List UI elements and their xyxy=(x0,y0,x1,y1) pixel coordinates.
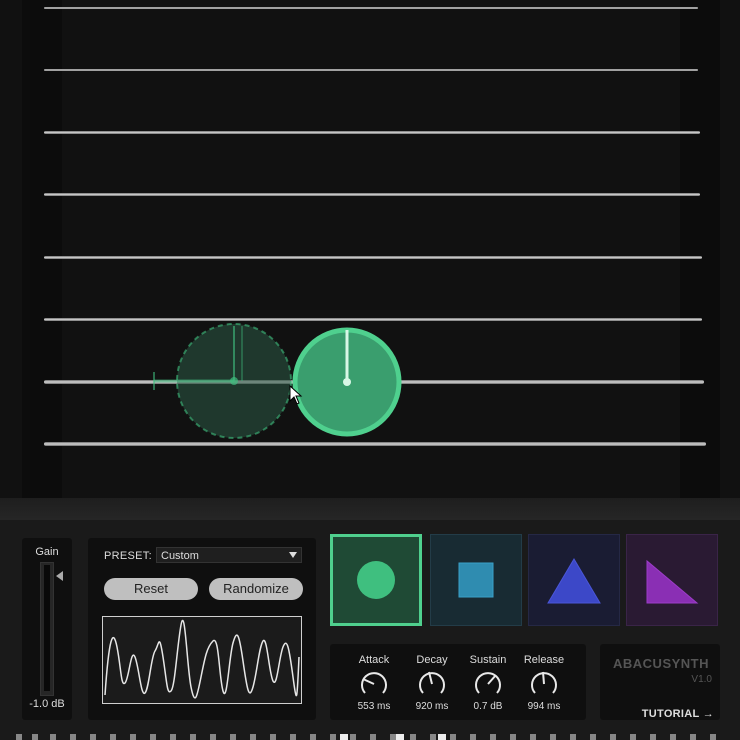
reset-button[interactable]: Reset xyxy=(104,578,198,600)
shape-square-tile[interactable] xyxy=(430,534,522,626)
abacus-wire-6[interactable] xyxy=(44,318,702,321)
abacus-wire-3[interactable] xyxy=(44,131,700,134)
abacus-wire-4[interactable] xyxy=(44,193,700,196)
version-label: V1.0 xyxy=(691,674,712,685)
attack-value: 553 ms xyxy=(357,701,391,712)
gain-slider-handle[interactable] xyxy=(56,571,63,581)
gain-label: Gain xyxy=(35,546,59,558)
shape-triangle-tile[interactable] xyxy=(528,534,620,626)
sustain-label: Sustain xyxy=(469,654,507,666)
attack-label: Attack xyxy=(358,654,390,666)
randomize-button[interactable]: Randomize xyxy=(209,578,303,600)
decay-value: 920 ms xyxy=(415,701,449,712)
sustain-knob[interactable] xyxy=(473,669,503,699)
abacus-floor xyxy=(0,498,740,520)
tutorial-link[interactable]: TUTORIAL → xyxy=(642,708,714,720)
controls-area: Gain -1.0 dB PRESET: Custom Reset Random… xyxy=(0,520,740,740)
preset-dropdown[interactable]: Custom xyxy=(156,547,302,563)
ghost-bead xyxy=(153,323,292,439)
envelope-panel: Attack 553 ms Decay 920 ms Sustain 0.7 d… xyxy=(330,644,586,720)
abacus-wire-2[interactable] xyxy=(44,69,698,71)
shape-right-triangle-tile[interactable] xyxy=(626,534,718,626)
abacus-wire-5[interactable] xyxy=(44,256,702,259)
preset-label: PRESET: xyxy=(104,550,152,562)
brand-panel: ABACUSYNTH V1.0 TUTORIAL → xyxy=(600,644,720,720)
sustain-value: 0.7 dB xyxy=(473,701,503,712)
gain-value: -1.0 dB xyxy=(29,698,65,710)
gain-meter[interactable] xyxy=(40,562,54,696)
shape-panel xyxy=(330,534,722,630)
active-bead[interactable] xyxy=(290,325,404,439)
shape-circle-tile[interactable] xyxy=(330,534,422,626)
chevron-down-icon xyxy=(289,552,297,558)
attack-knob[interactable] xyxy=(359,669,389,699)
release-knob[interactable] xyxy=(529,669,559,699)
gain-panel: Gain -1.0 dB xyxy=(22,538,72,720)
cursor-icon xyxy=(289,385,303,405)
preset-selected: Custom xyxy=(161,550,199,562)
brand-name: ABACUSYNTH xyxy=(613,656,709,671)
bottom-tick-strip xyxy=(16,734,716,740)
decay-label: Decay xyxy=(416,654,448,666)
abacus-canvas[interactable] xyxy=(0,0,740,520)
preset-panel: PRESET: Custom Reset Randomize xyxy=(88,538,316,720)
release-label: Release xyxy=(523,654,565,666)
waveform-display xyxy=(102,616,302,704)
release-value: 994 ms xyxy=(527,701,561,712)
decay-knob[interactable] xyxy=(417,669,447,699)
abacus-wire-8[interactable] xyxy=(44,442,706,446)
abacus-wire-1[interactable] xyxy=(44,7,698,9)
